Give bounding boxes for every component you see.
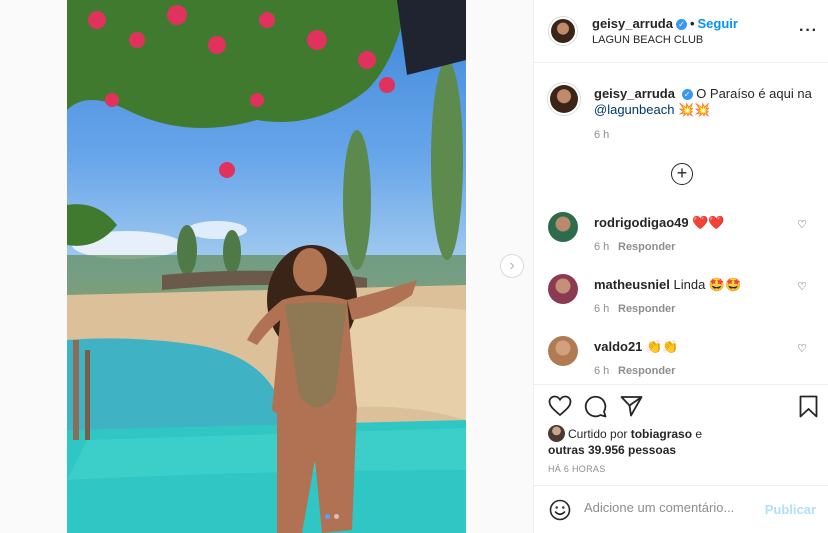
caption-time: 6 h	[594, 129, 610, 141]
post-side-panel: geisy_arruda ✓ • Seguir LAGUN BEACH CLUB ··…	[533, 0, 828, 533]
reply-button[interactable]: Responder	[618, 241, 675, 253]
verified-badge-icon: ✓	[675, 19, 687, 30]
comment-time: 6 h	[594, 303, 610, 315]
author-avatar[interactable]	[549, 17, 577, 45]
comment-bubble-icon[interactable]	[584, 395, 607, 418]
more-options-icon[interactable]: ···	[799, 22, 818, 40]
caption-emoji: 💥💥	[678, 102, 711, 117]
post-header: geisy_arruda ✓ • Seguir LAGUN BEACH CLUB ··…	[534, 0, 828, 63]
header-separator: •	[689, 16, 695, 31]
comment-avatar[interactable]	[548, 336, 578, 366]
post-dialog: › geisy_arruda ✓ • Seguir LAGUN BEACH CLUB …	[0, 0, 828, 533]
carousel-indicator	[325, 514, 339, 519]
caption-username[interactable]: geisy_arruda	[594, 86, 675, 101]
comment-text: ❤️❤️	[692, 215, 725, 230]
likes-others[interactable]: outras 39.956 pessoas	[548, 443, 676, 457]
like-heart-icon[interactable]	[548, 395, 572, 417]
comment-username[interactable]: valdo21	[594, 339, 642, 354]
carousel-dot-active	[325, 514, 330, 519]
caption-mention[interactable]: @lagunbeach	[594, 102, 674, 117]
comment-avatar[interactable]	[548, 212, 578, 242]
load-more-comments-icon[interactable]: +	[671, 163, 693, 185]
post-photo[interactable]	[67, 0, 466, 533]
reply-button[interactable]: Responder	[618, 365, 675, 377]
comment-input[interactable]	[584, 500, 764, 515]
add-comment-bar: Publicar	[534, 485, 828, 533]
likes-connector: e	[695, 427, 703, 441]
share-send-icon[interactable]	[620, 395, 643, 417]
comment-item: matheusniel Linda 🤩🤩 6 h Responder ♡	[534, 274, 828, 336]
comment-text: 👏👏	[646, 339, 679, 354]
comment-time: 6 h	[594, 241, 610, 253]
post-actions: Curtido por tobiagraso e outras 39.956 p…	[534, 384, 828, 484]
smiley-icon[interactable]	[549, 499, 571, 521]
comment-time: 6 h	[594, 365, 610, 377]
next-photo-button[interactable]: ›	[500, 254, 524, 278]
likes-summary: Curtido por tobiagraso e outras 39.956 p…	[548, 425, 748, 458]
post-timestamp[interactable]: HÁ 6 HORAS	[548, 464, 606, 474]
save-bookmark-icon[interactable]	[799, 395, 818, 418]
caption-verified-icon: ✓	[681, 89, 693, 100]
likes-prefix: Curtido por	[568, 427, 628, 441]
comment-item: rodrigodigao49 ❤️❤️ 6 h Responder ♡	[534, 212, 828, 274]
comment-username[interactable]: rodrigodigao49	[594, 215, 689, 230]
post-location[interactable]: LAGUN BEACH CLUB	[592, 34, 703, 46]
follow-button[interactable]: Seguir	[698, 16, 738, 31]
reply-button[interactable]: Responder	[618, 303, 675, 315]
caption-body: O Paraíso é aqui na	[696, 86, 812, 101]
carousel-dot	[334, 514, 339, 519]
comment-username[interactable]: matheusniel	[594, 277, 670, 292]
liker-username[interactable]: tobiagraso	[631, 427, 692, 441]
author-username[interactable]: geisy_arruda	[592, 16, 673, 31]
publish-button[interactable]: Publicar	[765, 502, 816, 517]
comment-like-icon[interactable]: ♡	[797, 342, 807, 355]
caption-text: geisy_arruda ✓ O Paraíso é aqui na @lagu…	[594, 86, 814, 118]
comment-avatar[interactable]	[548, 274, 578, 304]
comments-list[interactable]: geisy_arruda ✓ O Paraíso é aqui na @lagu…	[534, 64, 828, 384]
comment-text: Linda 🤩🤩	[673, 277, 742, 292]
caption-avatar[interactable]	[548, 83, 580, 115]
chevron-right-icon: ›	[509, 257, 515, 274]
comment-like-icon[interactable]: ♡	[797, 280, 807, 293]
liker-avatar[interactable]	[548, 425, 565, 442]
photo-illustration	[67, 0, 466, 533]
comment-like-icon[interactable]: ♡	[797, 218, 807, 231]
